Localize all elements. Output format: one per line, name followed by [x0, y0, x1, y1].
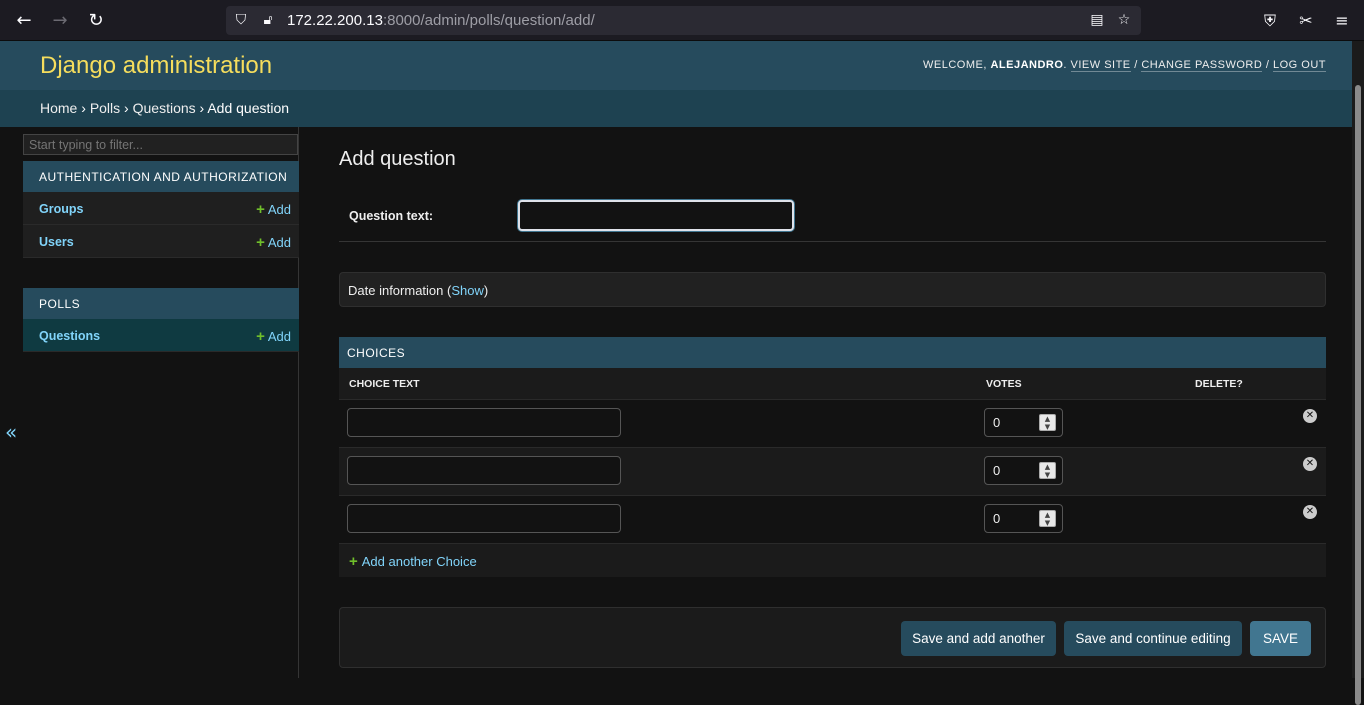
question-text-row: Question text: — [339, 191, 1326, 242]
extensions-icon[interactable]: ✂ — [1294, 9, 1318, 33]
plus-icon: + — [256, 328, 265, 345]
sidebar-filter-input[interactable] — [23, 134, 298, 155]
shield-icon[interactable]: ⛉ — [232, 11, 250, 29]
show-date-information-link[interactable]: Show — [451, 283, 484, 298]
column-header-votes: VOTES — [986, 378, 1022, 390]
votes-input[interactable]: 0 ▲ ▼ — [984, 456, 1063, 485]
page-scrollbar[interactable] — [1352, 41, 1364, 705]
column-header-choice-text: CHOICE TEXT — [349, 378, 420, 390]
add-groups-link[interactable]: + Add — [256, 201, 291, 218]
forward-icon[interactable]: → — [48, 9, 72, 33]
site-branding[interactable]: Django administration — [40, 52, 272, 80]
menu-icon[interactable]: ≡ — [1330, 9, 1354, 33]
choices-inline-caption: CHOICES — [339, 337, 1326, 368]
breadcrumb-current: Add question — [207, 100, 290, 116]
add-another-choice-row: + Add another Choice — [339, 544, 1326, 577]
reload-icon[interactable]: ↻ — [84, 9, 108, 33]
delete-row-icon[interactable]: ✕ — [1303, 505, 1317, 519]
votes-input[interactable]: 0 ▲ ▼ — [984, 408, 1063, 437]
page-title: Add question — [339, 148, 456, 170]
table-row: 0 ▲ ▼ ✕ — [339, 448, 1326, 496]
bookmark-star-icon[interactable]: ☆ — [1115, 11, 1133, 29]
reader-view-icon[interactable]: ▤ — [1088, 11, 1106, 29]
plus-icon: + — [349, 553, 358, 570]
change-password-link[interactable]: CHANGE PASSWORD — [1141, 59, 1263, 72]
welcome-text: WELCOME, — [923, 59, 991, 71]
log-out-link[interactable]: LOG OUT — [1272, 59, 1326, 72]
back-icon[interactable]: ← — [12, 9, 36, 33]
plus-icon: + — [256, 234, 265, 251]
sidebar-item-label[interactable]: Questions — [39, 329, 100, 343]
breadcrumb-polls[interactable]: Polls — [90, 100, 120, 116]
save-and-add-another-button[interactable]: Save and add another — [901, 621, 1056, 656]
sidebar-item-label[interactable]: Groups — [39, 202, 83, 216]
url-text[interactable]: 172.22.200.13:8000/admin/polls/question/… — [287, 12, 595, 29]
save-and-continue-button[interactable]: Save and continue editing — [1064, 621, 1242, 656]
spinner-icon[interactable]: ▲ ▼ — [1039, 510, 1056, 527]
plus-icon: + — [256, 201, 265, 218]
browser-toolbar: ← → ↻ ⛉ 🔓︎ 172.22.200.13:8000/admin/poll… — [0, 0, 1364, 41]
nav-sidebar: AUTHENTICATION AND AUTHORIZATION Groups … — [22, 127, 299, 678]
spinner-icon[interactable]: ▲ ▼ — [1039, 414, 1056, 431]
column-header-delete: DELETE? — [1195, 378, 1243, 390]
insecure-lock-icon[interactable]: 🔓︎ — [259, 11, 277, 29]
breadcrumb-home[interactable]: Home — [40, 100, 77, 116]
breadcrumb-questions[interactable]: Questions — [133, 100, 196, 116]
user-tools: WELCOME, ALEJANDRO. VIEW SITE / CHANGE P… — [923, 59, 1326, 72]
sidebar-item-label[interactable]: Users — [39, 235, 74, 249]
sidebar-item-users[interactable]: Users + Add — [23, 225, 299, 258]
choice-text-input[interactable] — [347, 504, 621, 533]
delete-row-icon[interactable]: ✕ — [1303, 409, 1317, 423]
spinner-icon[interactable]: ▲ ▼ — [1039, 462, 1056, 479]
question-text-label: Question text: — [349, 209, 434, 223]
address-bar[interactable]: ⛉ 🔓︎ 172.22.200.13:8000/admin/polls/ques… — [226, 6, 1141, 35]
sidebar-item-questions[interactable]: Questions + Add — [23, 319, 299, 352]
choices-table-header: CHOICE TEXT VOTES DELETE? — [339, 368, 1326, 400]
sidebar-item-groups[interactable]: Groups + Add — [23, 192, 299, 225]
site-header: Django administration WELCOME, ALEJANDRO… — [0, 41, 1352, 90]
scrollbar-thumb[interactable] — [1355, 85, 1361, 705]
pocket-icon[interactable]: ⛨ — [1258, 9, 1282, 33]
delete-row-icon[interactable]: ✕ — [1303, 457, 1317, 471]
votes-input[interactable]: 0 ▲ ▼ — [984, 504, 1063, 533]
date-information-fieldset: Date information (Show) — [339, 272, 1326, 307]
question-text-input[interactable] — [518, 200, 794, 231]
save-button[interactable]: SAVE — [1250, 621, 1311, 656]
table-row: 0 ▲ ▼ ✕ — [339, 496, 1326, 544]
module-caption-polls[interactable]: POLLS — [23, 288, 299, 319]
view-site-link[interactable]: VIEW SITE — [1070, 59, 1131, 72]
submit-row: Save and add another Save and continue e… — [339, 607, 1326, 668]
table-row: 0 ▲ ▼ ✕ — [339, 400, 1326, 448]
choice-text-input[interactable] — [347, 408, 621, 437]
username: ALEJANDRO — [990, 59, 1064, 71]
sidebar-collapse-toggle[interactable]: « — [5, 420, 17, 444]
module-caption-auth[interactable]: AUTHENTICATION AND AUTHORIZATION — [23, 161, 299, 192]
add-another-choice-link[interactable]: Add another Choice — [362, 554, 477, 569]
choice-text-input[interactable] — [347, 456, 621, 485]
add-users-link[interactable]: + Add — [256, 234, 291, 251]
breadcrumb: Home › Polls › Questions › Add question — [0, 90, 1352, 127]
add-questions-link[interactable]: + Add — [256, 328, 291, 345]
